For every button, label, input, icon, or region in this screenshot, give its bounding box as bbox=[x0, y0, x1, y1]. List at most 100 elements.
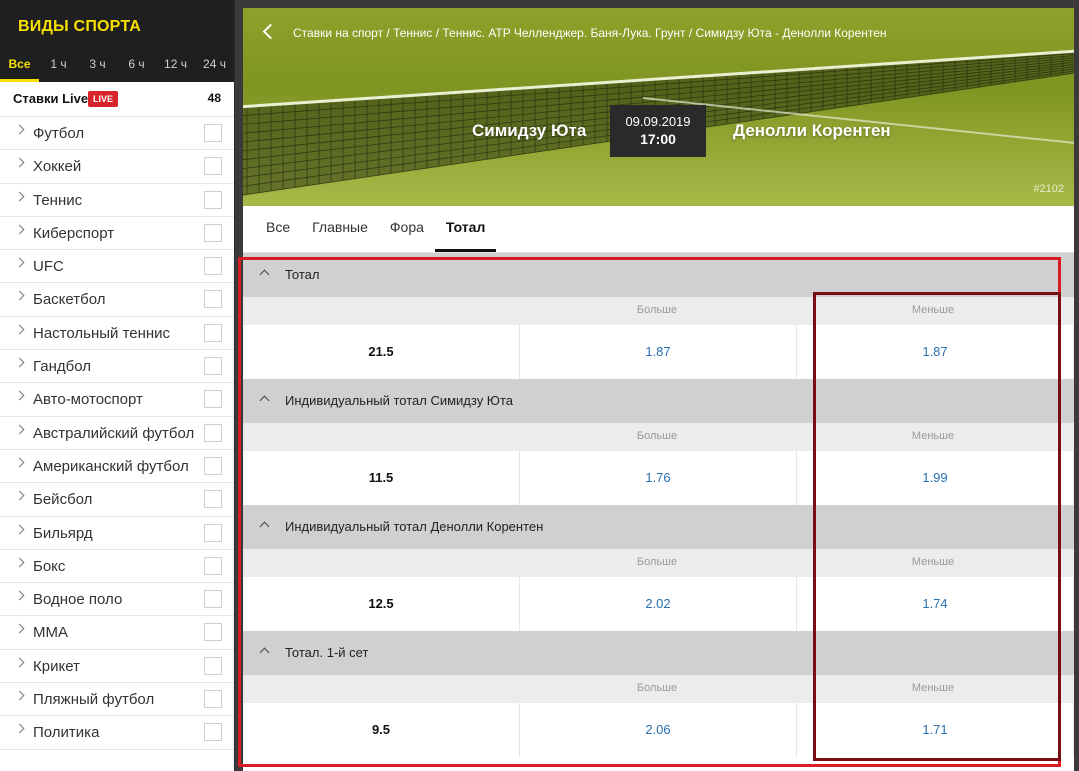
time-tab-3h[interactable]: 3 ч bbox=[78, 50, 117, 82]
chevron-right-icon bbox=[14, 424, 25, 435]
market-header[interactable]: Тотал. 1-й сет bbox=[243, 631, 1074, 675]
total-value: 12.5 bbox=[243, 577, 520, 631]
team-left-name: Симидзу Юта bbox=[472, 121, 587, 140]
market-block: Тотал. 1-й сет Больше Меньше 9.5 2.06 1.71 bbox=[243, 631, 1074, 757]
sidebar-sport-item[interactable]: UFC bbox=[0, 250, 234, 284]
time-tab-1h[interactable]: 1 ч bbox=[39, 50, 78, 82]
sport-checkbox[interactable] bbox=[204, 456, 222, 475]
sidebar-sport-item[interactable]: Американский футбол bbox=[0, 450, 234, 484]
sport-checkbox[interactable] bbox=[204, 157, 222, 176]
market-row: 21.5 1.87 1.87 bbox=[243, 325, 1074, 379]
live-count: 48 bbox=[207, 91, 221, 105]
sport-checkbox[interactable] bbox=[204, 223, 222, 242]
chevron-up-icon bbox=[259, 647, 270, 658]
tab-all[interactable]: Все bbox=[255, 206, 301, 252]
over-odds-button[interactable]: 2.02 bbox=[520, 577, 797, 631]
sidebar-sport-item[interactable]: Крикет bbox=[0, 650, 234, 684]
under-odds-button[interactable]: 1.71 bbox=[797, 703, 1074, 757]
under-column-label: Меньше bbox=[911, 556, 955, 568]
sport-checkbox[interactable] bbox=[204, 323, 222, 342]
under-odds-button[interactable]: 1.99 bbox=[797, 451, 1074, 505]
sidebar-sport-item[interactable]: Баскетбол bbox=[0, 283, 234, 317]
market-column-headers: Больше Меньше bbox=[243, 423, 1074, 451]
sport-checkbox[interactable] bbox=[204, 723, 222, 742]
market-header[interactable]: Тотал bbox=[243, 253, 1074, 297]
market-header[interactable]: Индивидуальный тотал Денолли Корентен bbox=[243, 505, 1074, 549]
market-title: Тотал bbox=[285, 267, 320, 282]
time-tab-12h[interactable]: 12 ч bbox=[156, 50, 195, 82]
sidebar-sport-item[interactable]: Футбол bbox=[0, 117, 234, 151]
tab-handicap[interactable]: Фора bbox=[379, 206, 435, 252]
sidebar-sport-item[interactable]: Киберспорт bbox=[0, 217, 234, 251]
sidebar-title: ВИДЫ СПОРТА bbox=[18, 18, 142, 35]
over-odds-button[interactable]: 1.76 bbox=[520, 451, 797, 505]
chevron-right-icon bbox=[14, 291, 25, 301]
sidebar-sport-item[interactable]: Настольный теннис bbox=[0, 317, 234, 351]
sport-checkbox[interactable] bbox=[204, 290, 222, 309]
sidebar-sport-item[interactable]: Бильярд bbox=[0, 517, 234, 550]
time-tab-6h[interactable]: 6 ч bbox=[117, 50, 156, 82]
sidebar-sport-item[interactable]: Пляжный футбол bbox=[0, 683, 234, 717]
sidebar-sport-item[interactable]: MMA bbox=[0, 616, 234, 650]
live-bets-row[interactable]: Ставки Live LIVE 48 bbox=[0, 82, 234, 117]
chevron-up-icon bbox=[259, 521, 270, 532]
sport-checkbox[interactable] bbox=[204, 490, 222, 509]
sport-name: Бейсбол bbox=[33, 491, 93, 509]
sidebar-header: ВИДЫ СПОРТА Все 1 ч 3 ч 6 ч 12 ч 24 ч bbox=[0, 0, 234, 82]
under-odds-button[interactable]: 1.87 bbox=[797, 325, 1074, 379]
sport-checkbox[interactable] bbox=[204, 556, 222, 575]
sport-checkbox[interactable] bbox=[204, 257, 222, 276]
sidebar-sport-item[interactable]: Бокс bbox=[0, 550, 234, 584]
time-tab-all[interactable]: Все bbox=[0, 50, 39, 82]
market-header[interactable]: Индивидуальный тотал Симидзу Юта bbox=[243, 379, 1074, 423]
sport-checkbox[interactable] bbox=[204, 357, 222, 376]
chevron-right-icon bbox=[14, 490, 25, 501]
tab-total[interactable]: Тотал bbox=[434, 206, 497, 252]
sport-checkbox[interactable] bbox=[204, 523, 222, 542]
sport-name: Футбол bbox=[33, 125, 85, 142]
time-tab-24h[interactable]: 24 ч bbox=[195, 50, 234, 82]
tab-main[interactable]: Главные bbox=[301, 206, 379, 252]
market-row: 11.5 1.76 1.99 bbox=[243, 451, 1074, 505]
sidebar-sport-item[interactable]: Политика bbox=[0, 716, 234, 750]
event-time: 17:00 bbox=[640, 131, 676, 147]
sidebar-sport-item[interactable]: Гандбол bbox=[0, 350, 234, 384]
sport-checkbox[interactable] bbox=[204, 656, 222, 675]
sport-checkbox[interactable] bbox=[204, 423, 222, 442]
chevron-up-icon bbox=[259, 269, 270, 280]
chevron-right-icon bbox=[14, 723, 25, 734]
chevron-right-icon bbox=[14, 124, 25, 135]
team-right-name: Денолли Корентен bbox=[733, 121, 891, 140]
sidebar-sport-item[interactable]: Бейсбол bbox=[0, 483, 234, 517]
over-odds-button[interactable]: 2.06 bbox=[520, 703, 797, 757]
sport-checkbox[interactable] bbox=[204, 390, 222, 409]
under-column-label: Меньше bbox=[911, 682, 955, 694]
sidebar: ВИДЫ СПОРТА Все 1 ч 3 ч 6 ч 12 ч 24 ч Ст… bbox=[0, 0, 235, 771]
sport-checkbox[interactable] bbox=[204, 190, 222, 209]
sidebar-sport-item[interactable]: Австралийский футбол bbox=[0, 417, 234, 450]
sidebar-sport-item[interactable]: Хоккей bbox=[0, 150, 234, 184]
back-arrow-icon[interactable] bbox=[262, 23, 279, 40]
sidebar-sport-item[interactable]: Водное поло bbox=[0, 583, 234, 617]
sport-checkbox[interactable] bbox=[204, 690, 222, 709]
over-odds-button[interactable]: 1.87 bbox=[520, 325, 797, 379]
over-column-label: Больше bbox=[636, 430, 678, 442]
under-odds-button[interactable]: 1.74 bbox=[797, 577, 1074, 631]
sport-name: Бокс bbox=[33, 557, 66, 575]
sport-name: Водное поло bbox=[33, 591, 123, 609]
chevron-right-icon bbox=[14, 191, 25, 202]
sport-list: Футбол Хоккей Теннис Киберспорт UFC Баскетбол… bbox=[0, 117, 234, 750]
chevron-right-icon bbox=[14, 157, 25, 168]
sport-name: Настольный теннис bbox=[33, 324, 171, 342]
sidebar-sport-item[interactable]: Теннис bbox=[0, 184, 234, 217]
under-column-label: Меньше bbox=[911, 430, 955, 442]
chevron-up-icon bbox=[259, 395, 270, 406]
chevron-right-icon bbox=[14, 524, 25, 535]
breadcrumb[interactable]: Ставки на спорт / Теннис / Теннис. ATP Ч… bbox=[293, 26, 887, 40]
sport-checkbox[interactable] bbox=[204, 124, 222, 142]
chevron-right-icon bbox=[14, 324, 25, 335]
sport-checkbox[interactable] bbox=[204, 623, 222, 642]
sport-checkbox[interactable] bbox=[204, 590, 222, 609]
over-column-label: Больше bbox=[636, 682, 678, 694]
sidebar-sport-item[interactable]: Авто-мотоспорт bbox=[0, 383, 234, 417]
